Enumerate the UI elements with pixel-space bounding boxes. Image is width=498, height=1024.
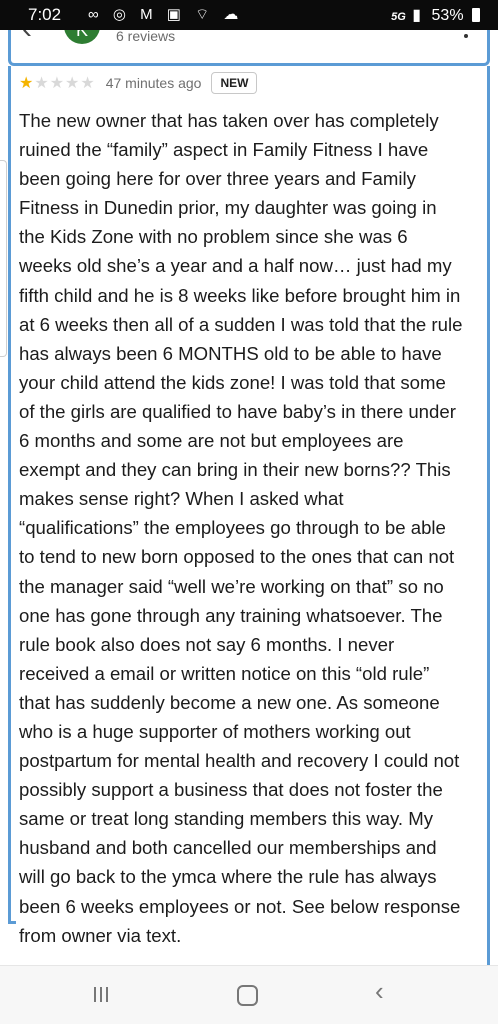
review-line: Fitness in Dunedin prior, my daughter wa… — [19, 197, 437, 219]
review-line: makes sense right? When I asked what — [19, 488, 344, 510]
review-line: exempt and they can bring in their new b… — [19, 459, 451, 481]
review-line: one has gone through any training whatso… — [19, 604, 443, 626]
network-type: 5G — [391, 11, 406, 23]
review-line: been 6 weeks employees or not. See below… — [19, 895, 461, 917]
review-line: been going here for over three years and… — [19, 168, 416, 190]
notification-icons: ∞ ◎ M ▣ ⌔ ☁ — [88, 6, 244, 23]
review-line: received a email or written notice on th… — [19, 662, 430, 684]
signal-icon: ▮ — [412, 7, 422, 24]
review-line: has always been 6 MONTHS old to be able … — [19, 342, 442, 364]
review-line: your child attend the kids zone! I was t… — [19, 371, 446, 393]
review-line: husband and both cancelled our membershi… — [19, 837, 437, 859]
star-empty-icon: ★ — [49, 75, 66, 92]
status-time: 7:02 — [28, 5, 62, 24]
rating-row: ★★★★★ 47 minutes ago NEW — [19, 72, 258, 94]
review-line: that has suddenly become a new one. As s… — [19, 691, 440, 713]
review-line: at 6 weeks then all of a sudden I was to… — [19, 313, 463, 335]
review-line: 6 months and some are not but employees … — [19, 430, 404, 452]
review-line: to tend to new born opposed to the ones … — [19, 546, 455, 568]
highlight-bracket-top — [8, 30, 490, 66]
review-line: of the girls are qualified to have baby’… — [19, 400, 456, 422]
star-empty-icon: ★ — [80, 75, 96, 92]
status-bar: 7:02 ∞ ◎ M ▣ ⌔ ☁ 5G ▮ 53% — [0, 0, 498, 30]
review-text: The new owner that has taken over has co… — [19, 106, 481, 950]
back-icon[interactable]: ‹ — [375, 976, 405, 1006]
review-line: The new owner that has taken over has co… — [19, 110, 439, 131]
battery-icon — [472, 8, 480, 22]
review-line: weeks old she’s a year and a half now… j… — [19, 255, 452, 277]
review-line: fifth child and he is 8 weeks like befor… — [19, 284, 461, 306]
highlight-bracket-left — [8, 66, 16, 924]
review-time: 47 minutes ago — [105, 75, 202, 91]
review-line: the Kids Zone with no problem since she … — [19, 226, 408, 248]
review-line: the manager said “well we’re working on … — [19, 575, 444, 597]
battery-percent: 53% — [431, 7, 464, 24]
home-icon[interactable] — [234, 983, 264, 1007]
review-line: will go back to the ymca where the rule … — [19, 866, 437, 888]
star-empty-icon: ★ — [65, 75, 81, 92]
new-badge: NEW — [211, 72, 258, 94]
review-line: “qualifications” the employees go throug… — [19, 517, 446, 539]
navigation-bar: ‹ — [0, 965, 498, 1024]
review-line: possibly support a business that does no… — [19, 779, 443, 801]
review-line: postpartum for mental health and recover… — [19, 750, 460, 772]
star-empty-icon: ★ — [34, 75, 50, 92]
review-line: same or treat long standing members this… — [19, 808, 434, 830]
status-right: 5G ▮ 53% — [391, 5, 480, 25]
review-line: ruined the “family” aspect in Family Fit… — [19, 139, 429, 161]
edge-panel-handle[interactable] — [0, 160, 7, 357]
star-filled-icon: ★ — [19, 75, 35, 92]
star-rating: ★★★★★ — [19, 73, 96, 93]
recents-icon[interactable] — [86, 983, 116, 1007]
review-line: rule book also does not say 6 months. I … — [19, 633, 395, 655]
review-line: who is a huge supporter of mothers worki… — [19, 720, 411, 742]
review-line: from owner via text. — [19, 924, 182, 946]
